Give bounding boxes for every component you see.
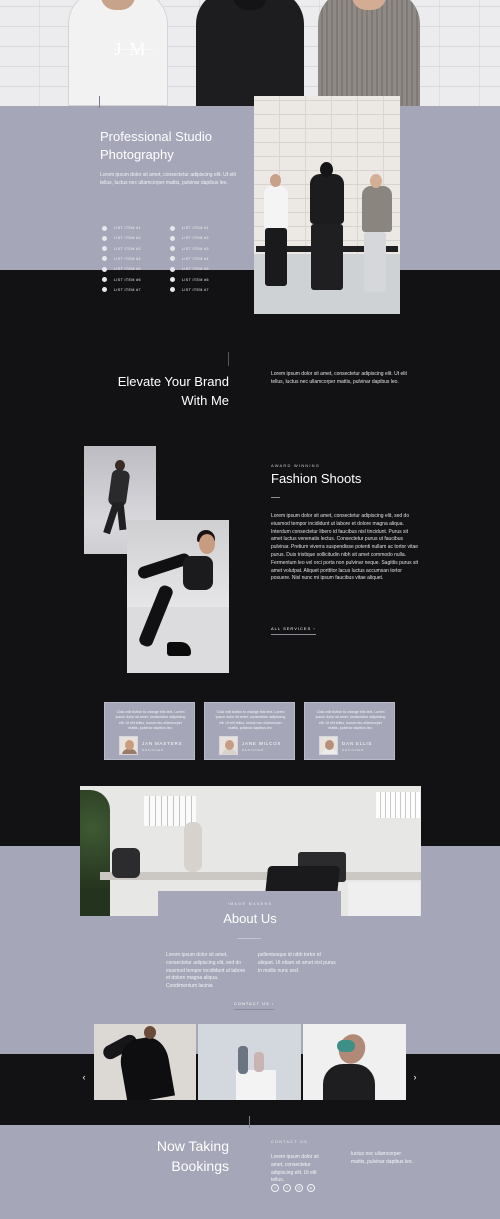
list-item-label: List Item #4	[114, 256, 141, 261]
testimonial-quote: Click edit button to change this text. L…	[215, 710, 286, 731]
avatar	[119, 736, 138, 755]
chevron-left-icon[interactable]: ‹	[79, 1072, 89, 1082]
models-photo	[254, 96, 400, 314]
bullet-icon	[102, 256, 107, 262]
fashion-body: Lorem ipsum dolor sit amet, consectetur …	[271, 513, 419, 582]
section-divider	[249, 1116, 250, 1128]
list-item: List Item #7	[102, 286, 141, 294]
list-item: List Item #6	[170, 276, 209, 284]
gallery-image[interactable]	[94, 1024, 196, 1100]
gallery-image[interactable]	[198, 1024, 301, 1100]
testimonial-name: Dan Ellis	[342, 741, 373, 746]
bullet-icon	[170, 235, 175, 241]
list-item-label: List Item #7	[182, 287, 209, 292]
contact-text-right: luctus nec ullamcorper mattis, pulvinar …	[351, 1151, 413, 1165]
avatar	[319, 736, 338, 755]
testimonial-role: Designer	[342, 748, 365, 752]
list-item-label: List Item #5	[182, 267, 209, 272]
list-item: List Item #3	[170, 245, 209, 253]
list-item: List Item #1	[170, 224, 209, 232]
about-text-right: pellentesque id nibh tortor id aliquet. …	[258, 952, 336, 974]
testimonial-card: Click edit button to change this text. L…	[304, 702, 395, 760]
bullet-icon	[170, 277, 175, 282]
list-item-label: List Item #4	[182, 256, 209, 261]
list-item-label: List Item #2	[114, 236, 141, 241]
list-item-label: List Item #3	[114, 246, 141, 251]
bullet-icon	[170, 225, 175, 231]
list-item-label: List Item #1	[114, 226, 141, 230]
list-item: List Item #5	[102, 265, 141, 273]
list-item: List Item #1	[102, 224, 141, 232]
bullet-icon	[102, 246, 107, 252]
avatar	[219, 736, 238, 755]
hero-banner: JM	[0, 0, 500, 106]
testimonial-name: Jan Masters	[142, 741, 183, 746]
intro-section	[0, 106, 500, 270]
list-item-label: List Item #6	[182, 277, 209, 282]
bullet-icon	[170, 287, 175, 293]
intro-title: Professional Studio Photography	[100, 129, 213, 162]
social-links: f t ◎ p	[271, 1184, 315, 1192]
list-item: List Item #2	[170, 234, 209, 242]
testimonial-card: Click edit button to change this text. L…	[204, 702, 295, 760]
site-logo[interactable]: JM	[114, 28, 154, 70]
bullet-icon	[102, 225, 107, 231]
testimonial-quote: Click edit button to change this text. L…	[315, 710, 386, 731]
bullet-icon	[170, 266, 175, 272]
list-item-label: List Item #7	[114, 287, 141, 292]
bookings-section	[0, 1125, 500, 1219]
testimonial-role: Designer	[142, 748, 165, 752]
title-underline	[271, 497, 280, 498]
instagram-icon[interactable]: ◎	[295, 1184, 303, 1192]
gallery-image[interactable]	[303, 1024, 406, 1100]
bullet-icon	[170, 256, 175, 262]
list-item-label: List Item #1	[182, 226, 209, 230]
bookings-title: Now Taking Bookings	[156, 1138, 229, 1174]
contact-us-link[interactable]: Contact Us ›	[234, 1001, 275, 1010]
list-item: List Item #3	[102, 245, 141, 253]
testimonial-name: Jane Wilcox	[242, 741, 282, 746]
model-figure	[318, 0, 420, 106]
about-text-left: Lorem ipsum dolor sit amet, consectetur …	[166, 952, 246, 990]
fashion-eyebrow: Award Winning	[271, 463, 321, 468]
bullet-icon	[102, 235, 107, 241]
pinterest-icon[interactable]: p	[307, 1184, 315, 1192]
list-item: List Item #6	[102, 276, 141, 284]
chevron-right-icon[interactable]: ›	[410, 1072, 420, 1082]
bullet-icon	[102, 266, 107, 272]
list-item-label: List Item #2	[182, 236, 209, 241]
testimonial-quote: Click edit button to change this text. L…	[115, 710, 186, 731]
list-item: List Item #4	[102, 255, 141, 263]
all-services-link[interactable]: All Services ›	[271, 626, 316, 635]
seated-model-photo	[127, 520, 229, 673]
twitter-icon[interactable]: t	[283, 1184, 291, 1192]
bullet-icon	[102, 277, 107, 282]
fashion-title: Fashion Shoots	[271, 471, 362, 486]
intro-body: Lorem ipsum dolor sit amet, consectetur …	[100, 172, 236, 186]
list-item-label: List Item #5	[114, 267, 141, 272]
facebook-icon[interactable]: f	[271, 1184, 279, 1192]
elevate-title: Elevate Your Brand With Me	[117, 374, 229, 408]
title-underline	[237, 938, 261, 939]
bullet-icon	[102, 287, 107, 293]
list-item-label: List Item #3	[182, 246, 209, 251]
bullet-icon	[170, 246, 175, 252]
model-figure	[196, 0, 304, 106]
list-item: List Item #7	[170, 286, 209, 294]
list-item: List Item #5	[170, 265, 209, 273]
contact-text-left: Lorem ipsum dolor sit amet, consectetur …	[271, 1154, 319, 1184]
testimonial-card: Click edit button to change this text. L…	[104, 702, 195, 760]
contact-eyebrow: Contact Us	[271, 1140, 309, 1144]
about-eyebrow: Image Makers	[227, 902, 273, 906]
about-title: About Us	[223, 911, 277, 926]
testimonial-role: Designer	[242, 748, 265, 752]
elevate-body: Lorem ipsum dolor sit amet, consectetur …	[271, 371, 407, 385]
list-item-label: List Item #6	[114, 277, 141, 282]
list-item: List Item #4	[170, 255, 209, 263]
section-divider	[99, 96, 100, 108]
list-item: List Item #2	[102, 234, 141, 242]
section-divider	[228, 352, 229, 366]
